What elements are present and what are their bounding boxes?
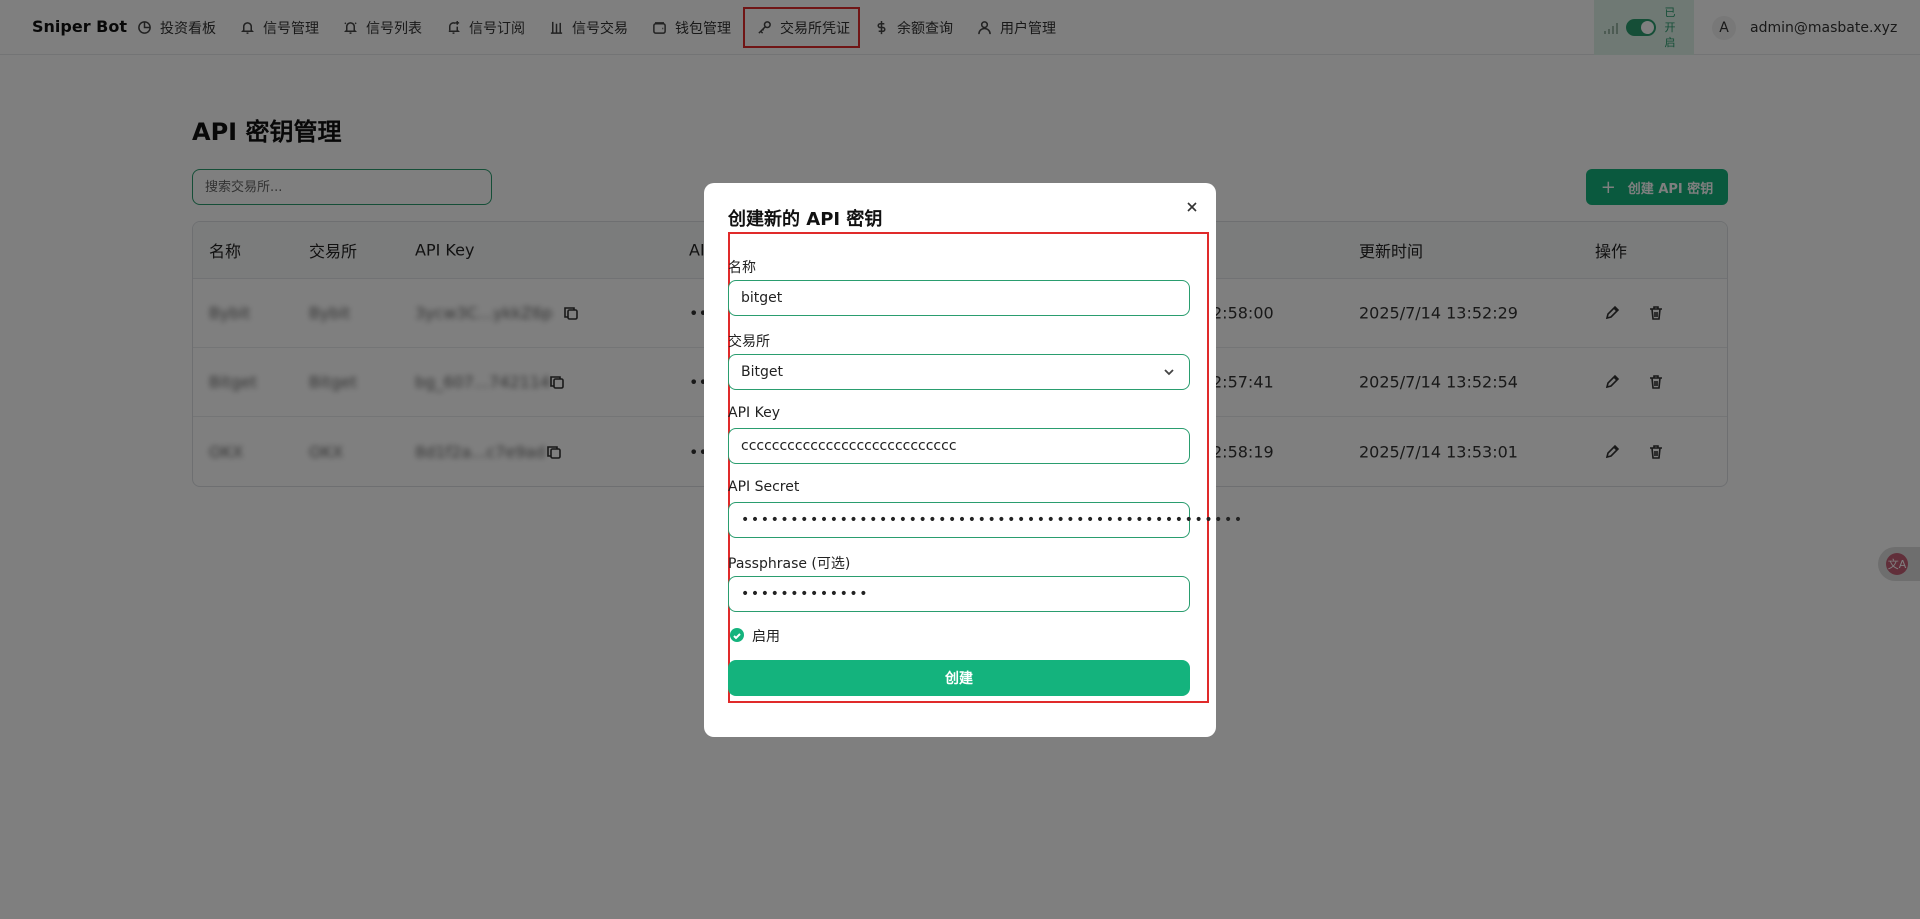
name-label: 名称 xyxy=(728,260,756,276)
api-secret-field[interactable]: ••••••••••••••••••••••••••••••••••••••••… xyxy=(728,502,1242,538)
dialog-title: 创建新的 API 密钥 xyxy=(728,209,883,230)
api-secret-label: API Secret xyxy=(728,479,800,495)
close-icon xyxy=(1187,202,1197,212)
create-api-key-dialog: 创建新的 API 密钥 名称 bitget 交易所 Bitget API Key… xyxy=(704,183,1242,737)
check-icon xyxy=(733,633,741,640)
close-button[interactable] xyxy=(1184,199,1200,215)
passphrase-label: Passphrase (可选) xyxy=(728,556,851,572)
api-key-label: API Key xyxy=(728,405,780,421)
exchange-select[interactable]: Bitget xyxy=(728,354,1190,390)
exchange-select-value: Bitget xyxy=(741,364,783,380)
enabled-label: 启用 xyxy=(752,629,780,645)
enabled-checkbox[interactable] xyxy=(730,628,744,642)
chevron-down-icon xyxy=(1164,369,1174,376)
exchange-label: 交易所 xyxy=(728,334,770,350)
submit-create-button[interactable]: 创建 xyxy=(728,660,1190,696)
api-key-field[interactable]: cccccccccccccccccccccccccccc xyxy=(728,428,1190,464)
name-field[interactable]: bitget xyxy=(728,280,1190,316)
passphrase-field[interactable]: ••••••••••••• xyxy=(728,576,1190,612)
